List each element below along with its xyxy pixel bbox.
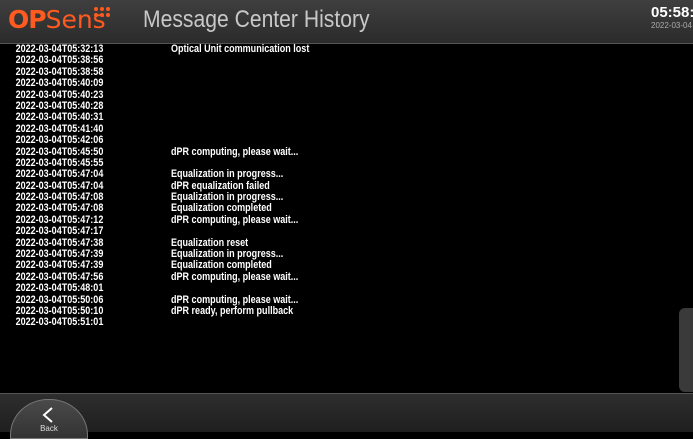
message-text: dPR ready, perform pullback	[171, 304, 294, 317]
message-text: dPR computing, please wait...	[171, 213, 299, 226]
clock: 05:58:57 2022-03-04	[651, 4, 693, 31]
header-bar: OP Sens Message Center History 05:58:57 …	[0, 0, 693, 44]
message-history-list[interactable]: 2022-03-04T05:32:13 Optical Unit communic…	[0, 44, 680, 393]
logo-dots-icon	[94, 7, 116, 19]
logo-op-text: OP	[8, 5, 47, 34]
message-text: Optical Unit communication lost	[171, 44, 310, 55]
scrollbar-handle[interactable]	[679, 308, 693, 392]
footer-bar	[0, 393, 693, 432]
message-text: dPR computing, please wait...	[171, 270, 299, 283]
chevron-left-icon	[42, 407, 53, 423]
message-timestamp: 2022-03-04T05:51:01	[15, 316, 104, 329]
clock-date: 2022-03-04	[651, 21, 692, 30]
message-text: dPR computing, please wait...	[171, 145, 299, 158]
clock-time: 05:58:57	[651, 4, 693, 21]
page-title: Message Center History	[143, 6, 370, 33]
message-row: 2022-03-04T05:51:01	[0, 316, 680, 329]
opsens-logo: OP Sens	[8, 5, 110, 37]
